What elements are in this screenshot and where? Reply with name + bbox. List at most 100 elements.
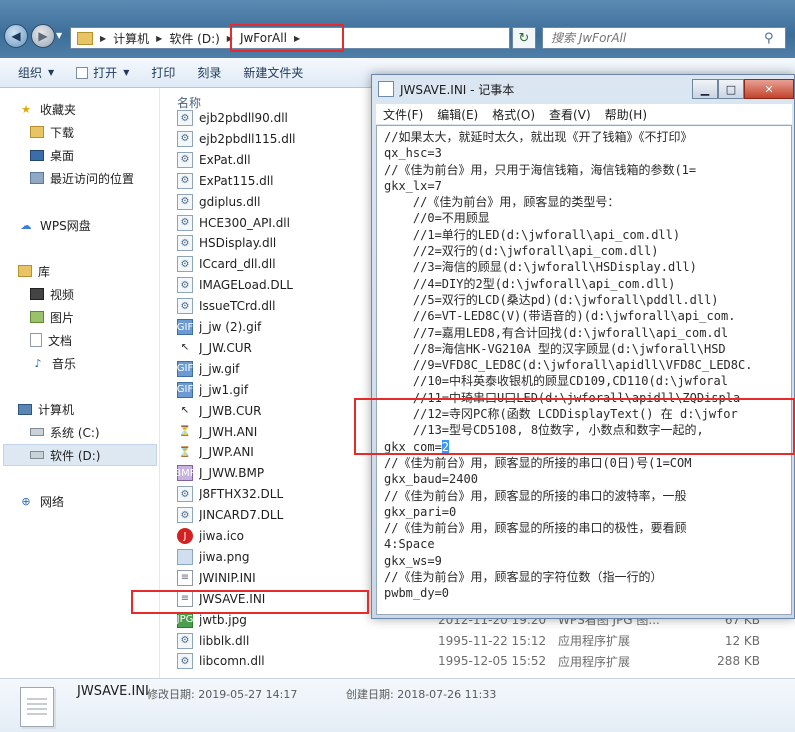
text-line-content: //《佳为前台》用，顾客显的所接的串口(0日)号(1=COM [384, 455, 692, 470]
nav-label: 系统 (C:) [50, 425, 100, 440]
minimize-button[interactable]: ▁ [692, 79, 718, 99]
nav-label: 网络 [40, 494, 65, 509]
notepad-window[interactable]: JWSAVE.INI - 记事本 ▁ □ ✕ 文件(F) 编辑(E) 格式(O)… [371, 74, 795, 619]
menu-format[interactable]: 格式(O) [485, 106, 542, 123]
text-line: 4:Space [384, 536, 791, 552]
breadcrumb-drive-d[interactable]: 软件 (D:) [165, 28, 223, 48]
nav-documents[interactable]: 文档 [30, 329, 168, 351]
organize-button[interactable]: 组织 ▼ [0, 64, 65, 81]
text-line-content: //11=中琦串口U口LED(d:\jwforall\apidll\ZQDisp… [384, 390, 741, 405]
text-line: //5=双行的LCD(桑达pd)(d:\jwforall\pddll.dll) [384, 292, 791, 308]
chevron-right-icon[interactable]: ▶ [291, 34, 303, 43]
nav-computer[interactable]: 计算机 [18, 398, 156, 420]
nav-label: 库 [38, 264, 51, 279]
print-button[interactable]: 打印 [140, 64, 186, 81]
nav-pictures[interactable]: 图片 [30, 306, 168, 328]
text-line: qx_hsc=3 [384, 145, 791, 161]
nav-favorites[interactable]: ★ 收藏夹 [18, 98, 156, 120]
nav-downloads[interactable]: 下载 [30, 121, 168, 143]
documents-icon [30, 333, 42, 347]
nav-label: 下载 [50, 125, 75, 140]
text-line-content: //12=寺冈PC称(函数 LCDDisplayText() 在 d:\jwfo… [384, 407, 738, 422]
dll-icon: ⚙ [177, 151, 193, 168]
text-line-content: //2=双行的(d:\jwforall\api_com.dll) [384, 244, 659, 259]
text-line-content: //《佳为前台》用，顾客显的字符位数（指一行的） [384, 570, 663, 585]
chevron-right-icon[interactable]: ▶ [224, 34, 236, 43]
recent-places-icon [30, 172, 44, 184]
address-box[interactable]: ▶ 计算机 ▶ 软件 (D:) ▶ JwForAll ▶ ▼ [70, 27, 574, 49]
text-line: //9=VFD8C_LED8C(d:\jwforall\apidll\VFD8C… [384, 357, 791, 373]
text-line-content: //3=海信的顾显(d:\jwforall\HSDisplay.dll) [384, 260, 697, 275]
breadcrumb-jwforall[interactable]: JwForAll [236, 28, 291, 48]
ico-icon: J [177, 528, 193, 544]
video-icon [30, 288, 44, 300]
nav-wps-cloud[interactable]: ☁ WPS网盘 [18, 214, 156, 236]
dll-icon: ⚙ [177, 632, 193, 649]
selected-value[interactable]: 2 [441, 439, 450, 454]
text-line: gkx_lx=7 [384, 178, 791, 194]
minimize-icon: ▁ [700, 82, 710, 96]
nav-drive-c[interactable]: 系统 (C:) [30, 421, 168, 443]
nav-recent-places[interactable]: 最近访问的位置 [30, 167, 168, 189]
menu-file[interactable]: 文件(F) [376, 106, 430, 123]
back-button[interactable]: ◀ [4, 24, 28, 48]
nav-videos[interactable]: 视频 [30, 283, 168, 305]
folder-icon [77, 31, 93, 45]
nav-drive-d[interactable]: 软件 (D:) [3, 444, 157, 466]
notepad-titlebar[interactable]: JWSAVE.INI - 记事本 ▁ □ ✕ [372, 75, 794, 103]
menu-help[interactable]: 帮助(H) [598, 106, 654, 123]
text-line: //1=单行的LED(d:\jwforall\api_com.dll) [384, 227, 791, 243]
refresh-button[interactable]: ↻ [512, 27, 536, 49]
text-line: //6=VT-LED8C(V)(带语音的)(d:\jwforall\api_co… [384, 308, 791, 324]
text-line: //《佳为前台》用，顾客显的字符位数（指一行的） [384, 569, 791, 585]
ini-file-large-icon [20, 687, 54, 727]
nav-desktop[interactable]: 桌面 [30, 144, 168, 166]
text-line-content: //5=双行的LCD(桑达pd)(d:\jwforall\pddll.dll) [384, 292, 719, 307]
text-line: //2=双行的(d:\jwforall\api_com.dll) [384, 243, 791, 259]
text-line-content: //4=DIY的2型(d:\jwforall\api_com.dll) [384, 276, 676, 291]
text-line: gkx_pari=0 [384, 504, 791, 520]
file-date: 1995-12-05 15:52 [438, 654, 547, 669]
cursor-icon: ↖ [180, 342, 190, 354]
burn-button[interactable]: 刻录 [186, 64, 232, 81]
file-size: 12 KB [724, 633, 760, 648]
nav-libraries[interactable]: 库 [18, 260, 156, 282]
star-icon: ★ [21, 102, 31, 116]
burn-label: 刻录 [197, 66, 222, 80]
chevron-right-icon[interactable]: ▶ [153, 34, 165, 43]
forward-button[interactable]: ▶ [31, 24, 55, 48]
network-icon: ⊕ [21, 494, 31, 508]
chevron-right-icon[interactable]: ▶ [97, 34, 109, 43]
address-bar-area: ◀ ▶ ▼ ▶ 计算机 ▶ 软件 (D:) ▶ JwForAll ▶ ▼ ↻ ⚲ [0, 0, 795, 58]
file-row[interactable]: ⚙ libcomn.dll 1995-12-05 15:52 应用程序扩展 288 KB [177, 651, 795, 671]
text-line: gkx_ws=9 [384, 553, 791, 569]
search-icon[interactable]: ⚲ [764, 31, 774, 46]
text-line-content: //10=中科英泰收银机的顾显CD109,CD110(d:\jwforal [384, 374, 728, 389]
nav-label: 计算机 [38, 402, 75, 417]
notepad-text-area[interactable]: //如果太大，就延时太久，就出现《开了钱箱》《不打印》 qx_hsc=3//《佳为… [376, 125, 792, 615]
menu-edit[interactable]: 编辑(E) [430, 106, 485, 123]
new-folder-button[interactable]: 新建文件夹 [232, 64, 314, 81]
recent-pages-dropdown[interactable]: ▼ [56, 31, 62, 40]
drive-icon [30, 428, 44, 436]
close-button[interactable]: ✕ [744, 79, 794, 99]
search-input[interactable] [542, 27, 786, 49]
print-label: 打印 [151, 66, 176, 80]
nav-music[interactable]: ♪ 音乐 [30, 352, 168, 374]
text-line-content: gkx_lx=7 [384, 178, 442, 193]
text-line-content: //9=VFD8C_LED8C(d:\jwforall\apidll\VFD8C… [384, 358, 753, 373]
menu-view[interactable]: 查看(V) [542, 106, 598, 123]
gif-icon: GIF [177, 381, 193, 398]
open-button[interactable]: 打开 ▼ [65, 64, 140, 81]
nav-network[interactable]: ⊕ 网络 [18, 490, 156, 512]
file-row[interactable]: ⚙ libblk.dll 1995-11-22 15:12 应用程序扩展 12 KB [177, 631, 795, 651]
dll-icon: ⚙ [177, 172, 193, 189]
text-line-content: gkx_pari=0 [384, 504, 457, 519]
text-line-content: //13=型号CD5108, 8位数字, 小数点和数字一起的, [384, 423, 704, 438]
dll-icon: ⚙ [177, 130, 193, 147]
maximize-button[interactable]: □ [718, 79, 744, 99]
dll-icon: ⚙ [177, 214, 193, 231]
breadcrumb-computer[interactable]: 计算机 [109, 28, 153, 48]
details-modified-date: 修改日期: 2019-05-27 14:17 [147, 688, 298, 701]
downloads-folder-icon [30, 126, 44, 138]
